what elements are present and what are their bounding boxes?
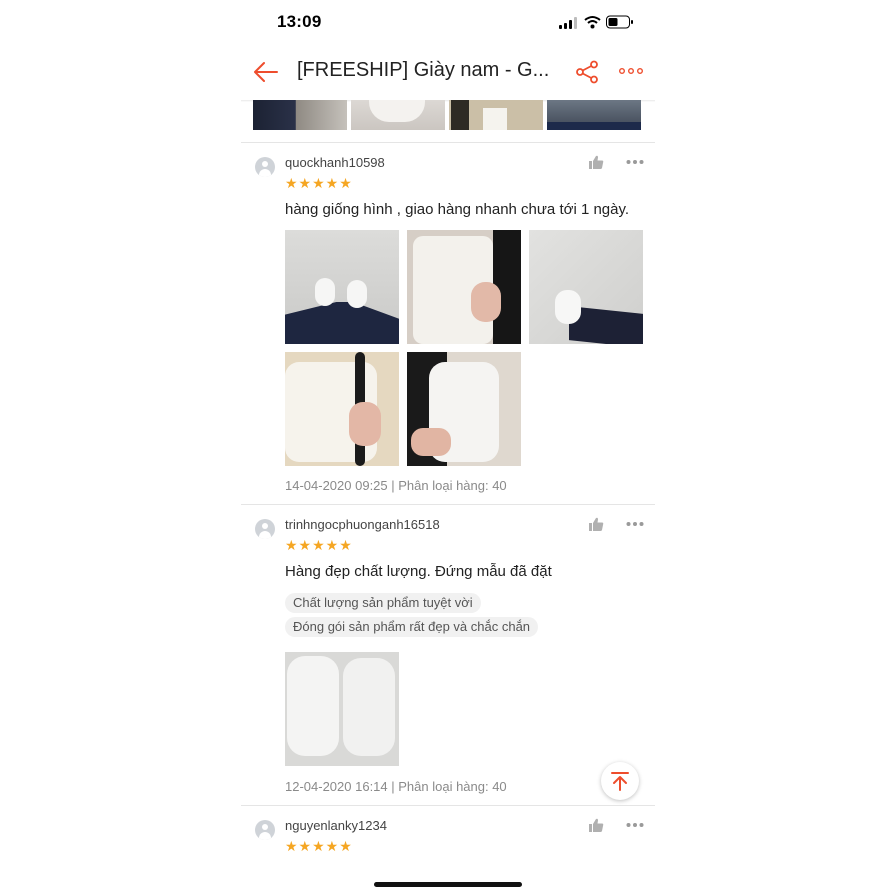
review-photo-shoes-on-feet[interactable] <box>285 230 399 344</box>
avatar <box>255 157 275 177</box>
like-icon[interactable] <box>588 818 604 833</box>
review-divider <box>241 142 655 143</box>
more-options-icon[interactable] <box>619 67 643 75</box>
previous-review-photo[interactable] <box>449 100 543 130</box>
review-photo-shoe-held[interactable] <box>407 352 521 466</box>
review-more-icon[interactable] <box>626 159 644 165</box>
back-arrow-icon[interactable] <box>253 60 279 84</box>
review-photo-shoes-top-view[interactable] <box>285 652 399 766</box>
status-time: 13:09 <box>277 12 322 31</box>
review-more-icon[interactable] <box>626 822 644 828</box>
review-photo-shoe-worn[interactable] <box>529 230 643 344</box>
review-photo-shoe-side[interactable] <box>407 230 521 344</box>
review-text: Hàng đẹp chất lượng. Đứng mẫu đã đặt <box>285 563 552 580</box>
phone-screen: 13:09 [FREESHIP] Giày nam - G... quockha… <box>241 0 655 896</box>
signal-icon <box>559 17 577 29</box>
previous-review-photo[interactable] <box>351 100 445 130</box>
avatar <box>255 519 275 539</box>
review-divider <box>241 805 655 806</box>
review-meta: 14-04-2020 09:25 | Phân loại hàng: 40 <box>285 478 507 493</box>
review-more-icon[interactable] <box>626 521 644 527</box>
review-username: quockhanh10598 <box>285 155 385 170</box>
home-indicator[interactable] <box>374 882 522 887</box>
star-rating: ★★★★★ <box>285 537 353 553</box>
review-tag: Chất lượng sản phẩm tuyệt vời <box>285 593 481 613</box>
review-tag: Đóng gói sản phẩm rất đẹp và chắc chắn <box>285 617 539 637</box>
review-username: nguyenlanky1234 <box>285 818 387 833</box>
avatar <box>255 820 275 840</box>
review-text: hàng giống hình , giao hàng nhanh chưa t… <box>285 201 630 218</box>
arrow-up-icon <box>611 772 629 791</box>
previous-review-photo[interactable] <box>547 100 641 130</box>
like-icon[interactable] <box>588 155 604 170</box>
review-username: trinhngocphuonganh16518 <box>285 517 440 532</box>
scroll-to-top-button[interactable] <box>601 762 639 800</box>
battery-icon <box>606 15 633 29</box>
wifi-icon <box>584 16 601 29</box>
share-icon[interactable] <box>575 60 599 84</box>
star-rating: ★★★★★ <box>285 175 353 191</box>
review-meta: 12-04-2020 16:14 | Phân loại hàng: 40 <box>285 779 507 794</box>
review-divider <box>241 504 655 505</box>
page-title: [FREESHIP] Giày nam - G... <box>297 59 550 81</box>
previous-review-photo[interactable] <box>253 100 347 130</box>
review-photo-shoe-hand[interactable] <box>285 352 399 466</box>
star-rating: ★★★★★ <box>285 838 353 854</box>
like-icon[interactable] <box>588 517 604 532</box>
